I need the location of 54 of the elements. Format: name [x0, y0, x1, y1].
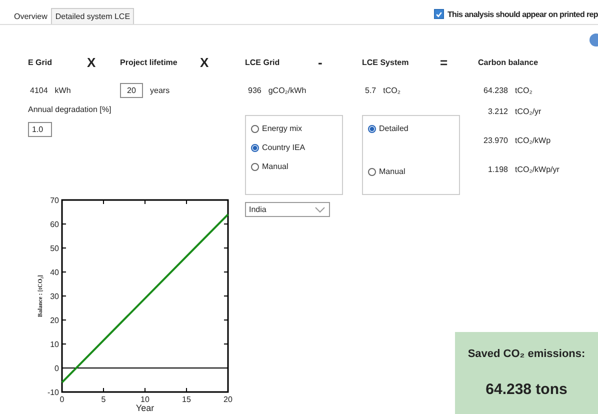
x-tick-label: 5 [101, 395, 106, 404]
unit-label: tCO₂/kWp/yr [515, 165, 560, 174]
e-grid-value: 4104 [30, 86, 48, 94]
equals-sign: = [440, 54, 448, 70]
country-dropdown[interactable]: India [245, 202, 330, 217]
lce-grid-value: 936 [248, 86, 262, 94]
x-tick-label: 15 [182, 395, 191, 404]
carbon-balance-title: Carbon balance [478, 58, 540, 66]
carbon-value: 1.198 [486, 165, 508, 174]
carbon-value: 64.238 [482, 86, 508, 94]
y-tick-label: 20 [50, 316, 59, 325]
print-option-label: This analysis should appear on printed rep [447, 10, 598, 18]
y-tick-label: 50 [50, 244, 59, 253]
y-tick-label: 10 [50, 340, 59, 349]
x-tick-label: 20 [224, 395, 232, 404]
multiply-sign: X [200, 54, 209, 70]
degradation-label: Annual degradation [%] [28, 105, 112, 114]
lce-system-title: LCE System [362, 58, 410, 66]
unit-label: years [150, 86, 170, 94]
x-axis-title: Year [136, 403, 154, 413]
y-tick-label: 40 [50, 268, 59, 277]
carbon-value: 3.212 [486, 107, 508, 116]
unit-label: tCO₂/yr [515, 107, 542, 116]
multiply-sign: X [87, 54, 96, 70]
radio-option[interactable]: Energy mix [251, 124, 302, 133]
radio-option[interactable]: Manual [251, 162, 288, 171]
minus-sign: - [318, 54, 322, 70]
degradation-field[interactable]: 1.0 [28, 122, 52, 137]
x-tick-label: 10 [140, 395, 150, 404]
radio-option[interactable]: Country IEA [251, 143, 306, 152]
e-grid-title: E Grid [28, 58, 54, 66]
unit-label: kWh [54, 86, 71, 94]
radio-option[interactable]: Manual [368, 167, 406, 176]
unit-label: tCO₂/kWp [515, 136, 551, 145]
unit-label: gCO₂/kWh [268, 86, 306, 94]
chevron-down-icon [315, 206, 325, 212]
y-tick-label: 70 [50, 196, 59, 205]
lifetime-field[interactable]: 20 [120, 82, 143, 98]
lce-system-value: 5.7 [365, 86, 376, 94]
tab[interactable]: Detailed system LCE [51, 8, 134, 24]
summary-title: Saved CO₂ emissions: [468, 348, 586, 360]
summary-value: 64.238 tons [486, 380, 568, 398]
x-tick-label: 0 [60, 395, 64, 404]
carbon-value: 23.970 [482, 136, 508, 145]
y-tick-label: 30 [50, 292, 59, 301]
print-checkbox[interactable] [434, 9, 444, 19]
y-tick-label: 0 [54, 364, 59, 373]
unit-label: tCO₂ [383, 86, 400, 94]
y-tick-label: -10 [47, 388, 59, 397]
y-tick-label: 60 [50, 220, 59, 229]
project-lifetime-title: Project lifetime [120, 58, 178, 66]
radio-option[interactable]: Detailed [368, 124, 408, 133]
lce-grid-title: LCE Grid [245, 58, 281, 66]
unit-label: tCO₂ [515, 86, 532, 94]
